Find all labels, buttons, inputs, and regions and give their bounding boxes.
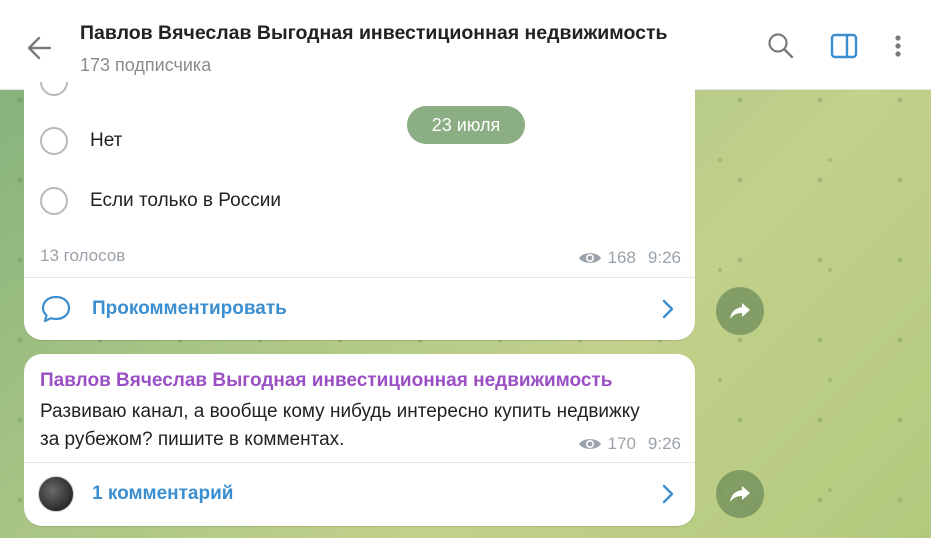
poll-option[interactable]: Если только в России [40,181,281,221]
comment-bubble-icon [41,295,71,323]
text-message: Павлов Вячеслав Выгодная инвестиционная … [24,354,695,526]
vote-count: 13 голосов [40,246,126,265]
date-badge: 23 июля [407,106,525,144]
search-icon [768,33,794,59]
poll-option-label: Если только в России [90,190,281,211]
poll-option-label: Нет [90,130,123,151]
back-button[interactable] [22,30,58,66]
channel-title[interactable]: Павлов Вячеслав Выгодная инвестиционная … [80,22,668,45]
more-vertical-icon [895,35,901,57]
comment-button[interactable]: Прокомментировать [24,279,695,339]
message-meta: 170 9:26 [578,434,681,454]
sidebar-panel-icon [830,33,858,59]
view-count: 168 [607,248,636,267]
forward-arrow-icon [730,486,750,502]
chat-header: Павлов Вячеслав Выгодная инвестиционная … [0,0,931,90]
eye-icon [578,439,601,449]
radio-button[interactable] [40,127,68,155]
subscriber-count: 173 подписчика [80,55,212,75]
view-count: 170 [607,434,636,453]
divider [24,277,695,278]
message-text: Развиваю канал, а вообще кому нибудь инт… [40,401,640,450]
share-button[interactable] [716,287,764,335]
message-time: 9:26 [647,434,681,453]
search-button[interactable] [765,30,797,62]
comment-count-label: 1 комментарий [92,483,234,504]
poll-option-radio-partial[interactable] [40,82,68,96]
chevron-right-icon [662,299,674,319]
divider [24,462,695,463]
chevron-right-icon [662,484,674,504]
message-meta: 168 9:26 [578,248,681,268]
comment-label: Прокомментировать [92,298,287,319]
poll-option[interactable]: Нет [40,121,122,161]
comments-button[interactable]: 1 комментарий [24,464,695,524]
arrow-left-icon [27,36,52,60]
sender-name[interactable]: Павлов Вячеслав Выгодная инвестиционная … [40,370,612,392]
message-time: 9:26 [647,248,681,267]
eye-icon [578,253,601,263]
forward-arrow-icon [730,303,750,319]
share-button[interactable] [716,470,764,518]
more-menu-button[interactable] [882,30,914,62]
radio-button[interactable] [40,187,68,215]
poll-message: Нет Если только в России 13 голосов 168 … [24,82,695,340]
commenter-avatar [38,476,74,512]
toggle-sidebar-button[interactable] [828,30,860,62]
